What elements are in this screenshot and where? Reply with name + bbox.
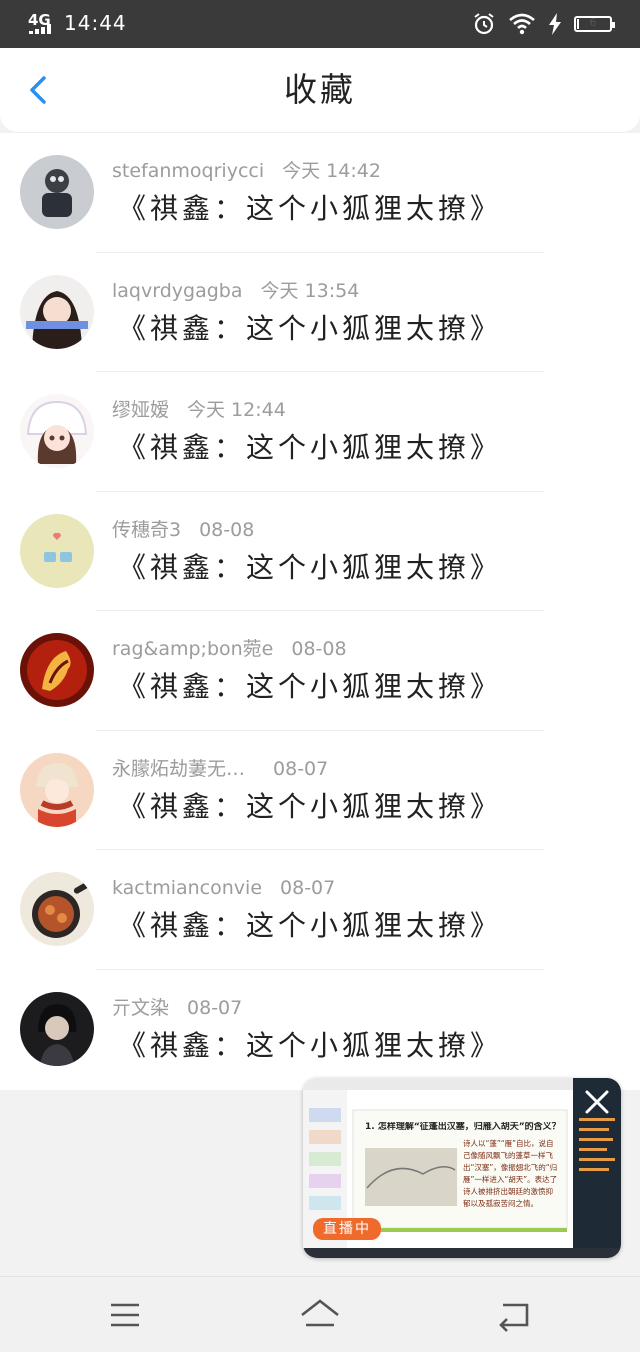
avatar[interactable] <box>20 274 94 349</box>
back-icon <box>499 1303 529 1332</box>
home-icon <box>301 1299 339 1327</box>
timestamp: 08-08 <box>199 518 255 541</box>
username: laqvrdygagba <box>112 279 243 302</box>
close-pip-button[interactable] <box>583 1088 611 1116</box>
battery-level: 6 <box>589 16 597 29</box>
avatar[interactable] <box>20 752 94 827</box>
wifi-icon <box>509 13 535 35</box>
timestamp: 08-08 <box>291 638 347 660</box>
menu-button[interactable] <box>103 1293 147 1337</box>
alarm-icon <box>474 13 494 35</box>
app-header: 收藏 <box>0 48 640 133</box>
close-icon <box>585 1090 609 1114</box>
slide-question: 1. 怎样理解“征蓬出汉塞，归雁入胡天”的含义？ <box>365 1122 561 1132</box>
favorite-title[interactable]: 《祺鑫：这个小狐狸太撩》 <box>118 789 502 825</box>
battery-icon: 6 <box>574 16 615 32</box>
timestamp: 今天 12:44 <box>187 399 286 421</box>
favorite-title[interactable]: 《祺鑫：这个小狐狸太撩》 <box>118 311 502 347</box>
avatar[interactable] <box>20 633 94 707</box>
page-title: 收藏 <box>284 70 356 109</box>
timestamp: 08-07 <box>280 877 336 899</box>
timestamp: 08-07 <box>187 996 243 1019</box>
favorite-title[interactable]: 《祺鑫：这个小狐狸太撩》 <box>118 191 502 227</box>
favorite-title[interactable]: 《祺鑫：这个小狐狸太撩》 <box>118 430 502 466</box>
list-item[interactable]: 传穗奇3 08-08 《祺鑫：这个小狐狸太撩》 <box>0 492 640 611</box>
charging-icon <box>549 13 561 35</box>
menu-icon <box>111 1303 139 1327</box>
list-item[interactable]: rag&amp;bon菀e 08-08 《祺鑫：这个小狐狸太撩》 <box>0 611 640 731</box>
favorite-title[interactable]: 《祺鑫：这个小狐狸太撩》 <box>118 669 502 705</box>
list-item[interactable]: kactmianconvie 08-07 《祺鑫：这个小狐狸太撩》 <box>0 850 640 970</box>
home-button[interactable] <box>298 1293 342 1337</box>
live-stream-pip[interactable]: 1. 怎样理解“征蓬出汉塞，归雁入胡天”的含义？ 诗人以“蓬”“雁”自比，说自己… <box>303 1078 621 1258</box>
avatar[interactable] <box>20 513 94 588</box>
timestamp: 今天 14:42 <box>282 160 381 182</box>
username: kactmianconvie <box>112 877 263 899</box>
list-item[interactable]: laqvrdygagba 今天 13:54 《祺鑫：这个小狐狸太撩》 <box>0 253 640 372</box>
back-nav-button[interactable] <box>493 1293 537 1337</box>
avatar[interactable] <box>20 872 94 946</box>
signal-icon <box>29 24 55 34</box>
timestamp: 08-07 <box>273 757 329 780</box>
username: 传穗奇3 <box>112 518 182 541</box>
username: rag&amp;bon菀e <box>112 638 274 660</box>
avatar[interactable] <box>20 394 94 468</box>
favorite-title[interactable]: 《祺鑫：这个小狐狸太撩》 <box>118 908 502 944</box>
list-item[interactable]: 缪娅嫒 今天 12:44 《祺鑫：这个小狐狸太撩》 <box>0 372 640 492</box>
list-item[interactable]: 亓文染 08-07 《祺鑫：这个小狐狸太撩》 <box>0 970 640 1090</box>
list-item[interactable]: stefanmoqriycci 今天 14:42 《祺鑫：这个小狐狸太撩》 <box>0 133 640 253</box>
system-nav-bar <box>0 1276 640 1352</box>
avatar[interactable] <box>20 991 94 1066</box>
username: 缪娅嫒 <box>112 399 170 421</box>
favorites-list: stefanmoqriycci 今天 14:42 《祺鑫：这个小狐狸太撩》 laq… <box>0 133 640 1090</box>
status-bar: 4G 14:44 6 <box>0 0 640 48</box>
username: stefanmoqriycci <box>112 160 265 182</box>
favorite-title[interactable]: 《祺鑫：这个小狐狸太撩》 <box>118 1028 502 1064</box>
username: 亓文染 <box>112 996 170 1019</box>
timestamp: 今天 13:54 <box>260 279 360 302</box>
slide-text: 诗人以“蓬”“雁”自比，说自己像随风飘飞的蓬草一样飞出“汉塞”，像振翅北飞的“归… <box>463 1139 558 1208</box>
favorite-title[interactable]: 《祺鑫：这个小狐狸太撩》 <box>118 550 502 586</box>
live-badge: 直播中 <box>313 1218 381 1240</box>
list-item[interactable]: 永朦炻劫萋无… 08-07 《祺鑫：这个小狐狸太撩》 <box>0 731 640 850</box>
avatar[interactable] <box>20 155 94 229</box>
status-icons: 6 <box>472 11 615 37</box>
clock: 14:44 <box>64 11 127 35</box>
username: 永朦炻劫萋无… <box>112 757 246 780</box>
